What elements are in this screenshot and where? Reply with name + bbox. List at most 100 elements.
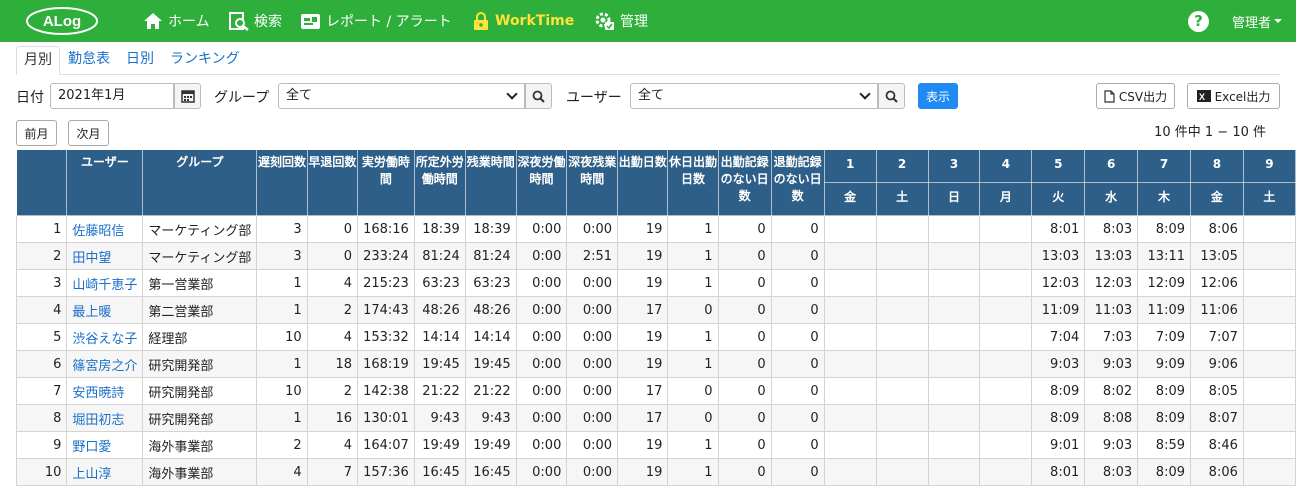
tab-daily[interactable]: 日別 [119, 46, 161, 75]
day-cell [979, 215, 1033, 243]
stat-cell: 233:24 [357, 242, 415, 270]
day-cell [823, 242, 877, 270]
date-label: 日付 [16, 90, 44, 106]
group-select[interactable]: 全て [278, 83, 525, 109]
day-cell: 7:09 [1137, 323, 1191, 351]
stat-cell: 174:43 [357, 296, 415, 324]
stat-cell: 21:22 [464, 377, 517, 405]
nav-report[interactable]: レポート / アラート [300, 0, 452, 42]
user-link[interactable]: 山崎千恵子 [72, 278, 137, 293]
group-search-button[interactable] [525, 83, 552, 109]
group-cell: 第二営業部 [142, 296, 258, 324]
stat-cell: 0 [717, 404, 772, 432]
nav-admin[interactable]: 管理 [594, 0, 648, 42]
lock-icon [474, 11, 488, 30]
user-link[interactable]: 田中望 [72, 251, 111, 266]
calendar-icon [180, 90, 195, 103]
user-link[interactable]: 佐藤昭信 [72, 224, 124, 239]
stat-cell: 0:00 [566, 323, 619, 351]
calendar-button[interactable] [174, 83, 201, 109]
help-icon[interactable]: ? [1188, 11, 1209, 32]
stat-cell: 10 [256, 377, 308, 405]
stat-cell: 17 [617, 296, 669, 324]
stat-cell: 9:43 [464, 404, 517, 432]
table-row: 1 佐藤昭信 マーケティング部 3 0 168:16 18:39 18:39 0:00 0:00 1… [15, 215, 1296, 243]
group-cell: 研究開発部 [142, 377, 258, 405]
stat-cell: 0:00 [515, 404, 568, 432]
day-cell [927, 323, 981, 351]
stat-cell: 0 [717, 431, 772, 459]
stat-cell: 0:00 [515, 242, 568, 270]
search-icon [532, 90, 545, 103]
day-cell: 8:01 [1031, 215, 1086, 243]
tab-ranking[interactable]: ランキング [163, 46, 247, 75]
stat-cell: 0 [770, 404, 825, 432]
day-cell [979, 242, 1033, 270]
day-cell [823, 323, 877, 351]
day-cell [823, 296, 877, 324]
day-cell [927, 404, 981, 432]
admin-user-menu[interactable]: 管理者 [1232, 0, 1283, 42]
day-cell: 13:11 [1137, 242, 1191, 270]
user-link[interactable]: 最上暖 [72, 305, 111, 320]
user-link[interactable]: 野口愛 [72, 440, 111, 455]
stat-cell: 0 [770, 431, 825, 459]
column-header: 出勤記録のない日数 [717, 149, 772, 216]
day-cell [979, 323, 1033, 351]
user-link[interactable]: 上山淳 [72, 467, 111, 482]
stat-cell: 1 [667, 323, 719, 351]
stat-cell: 215:23 [357, 269, 415, 297]
alog-logo[interactable]: ALog [26, 7, 98, 35]
stat-cell: 19 [617, 323, 669, 351]
user-link[interactable]: 渋谷えな子 [72, 332, 137, 347]
day-cell [1242, 350, 1296, 378]
user-search-button[interactable] [878, 83, 905, 109]
next-month-button[interactable]: 次月 [68, 120, 109, 146]
weekday-header: 土 [1242, 182, 1296, 216]
prev-month-button[interactable]: 前月 [16, 120, 57, 146]
user-link[interactable]: 安西暁詩 [72, 386, 124, 401]
show-button[interactable]: 表示 [918, 83, 958, 109]
column-header: 深夜労働時間 [515, 149, 568, 216]
day-header: 2 [875, 149, 929, 183]
weekday-header: 金 [1190, 182, 1244, 216]
stat-cell: 164:07 [357, 431, 415, 459]
stat-cell: 168:16 [357, 215, 415, 243]
tab-monthly[interactable]: 月別 [16, 46, 60, 75]
stat-cell: 16:45 [413, 458, 466, 486]
stat-cell: 157:36 [357, 458, 415, 486]
group-cell: 研究開発部 [142, 404, 258, 432]
day-cell [823, 215, 877, 243]
stat-cell: 0:00 [566, 350, 619, 378]
user-select[interactable]: 全て [630, 83, 878, 109]
stat-cell: 0:00 [515, 458, 568, 486]
stat-cell: 0:00 [566, 458, 619, 486]
day-header: 8 [1190, 149, 1244, 183]
row-number-cell: 5 [15, 323, 68, 351]
date-input[interactable]: 2021年1月 [50, 83, 174, 109]
nav-worktime[interactable]: WorkTime [472, 0, 574, 42]
user-link[interactable]: 篠宮房之介 [72, 359, 137, 374]
csv-export-button[interactable]: CSV出力 [1096, 83, 1175, 109]
nav-home[interactable]: ホーム [143, 0, 210, 42]
stat-cell: 0 [306, 242, 359, 270]
stat-cell: 1 [256, 296, 308, 324]
stat-cell: 4 [306, 431, 359, 459]
day-cell [1242, 323, 1296, 351]
stat-cell: 1 [256, 404, 308, 432]
user-cell: 田中望 [66, 242, 144, 270]
stat-cell: 19 [617, 269, 669, 297]
stat-cell: 0 [717, 242, 772, 270]
stat-cell: 17 [617, 404, 669, 432]
stat-cell: 48:26 [464, 296, 517, 324]
file-icon [1104, 89, 1115, 103]
monthly-summary-table: ユーザー グループ 遅刻回数 早退回数 実労働時間 所定外労働時間 残業時間 深夜労働時間 深夜… [15, 149, 1296, 486]
tab-attendance[interactable]: 勤怠表 [61, 46, 117, 75]
nav-search[interactable]: 検索 [229, 0, 282, 42]
day-cell [875, 269, 929, 297]
user-link[interactable]: 堀田初志 [72, 413, 124, 428]
stat-cell: 63:23 [413, 269, 466, 297]
day-header: 3 [927, 149, 981, 183]
weekday-header: 日 [927, 182, 981, 216]
excel-export-button[interactable]: X Excel出力 [1187, 83, 1280, 109]
